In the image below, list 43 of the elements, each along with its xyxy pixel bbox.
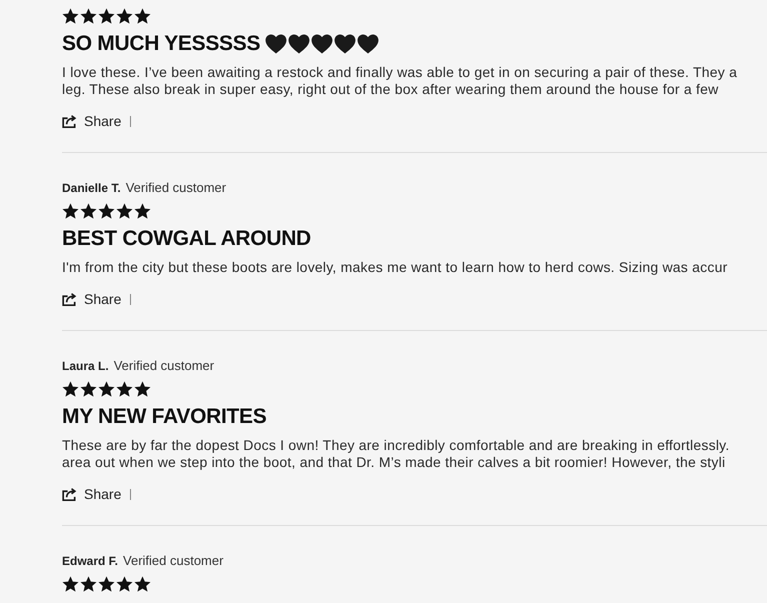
reviewer-name: Danielle T. [62, 180, 121, 196]
review-title: MY NEW FAVORITES [62, 405, 266, 429]
review-title: BEST COWGAL AROUND [62, 227, 311, 251]
share-icon [62, 488, 77, 500]
star-icon [116, 576, 133, 592]
star-icon [116, 203, 133, 219]
share-button[interactable]: Share [62, 291, 122, 307]
review-title: SO MUCH YESSSSS [62, 32, 260, 56]
share-icon [62, 292, 77, 306]
verified-label: Verified customer [114, 358, 214, 374]
star-icon [134, 203, 151, 219]
star-icon [98, 576, 115, 592]
heart-icon [265, 34, 288, 54]
reviewer-name: Laura L. [62, 358, 109, 374]
star-icon [62, 381, 79, 397]
star-icon [116, 381, 133, 397]
star-icon [134, 8, 151, 24]
reviewer-name: Edward F. [62, 553, 118, 569]
verified-label: Verified customer [123, 553, 224, 569]
heart-icon [334, 34, 356, 54]
star-icon [134, 576, 151, 592]
star-icon [98, 381, 115, 397]
star-icon [62, 8, 79, 24]
share-button[interactable]: Share [62, 113, 122, 129]
star-icon [62, 203, 79, 219]
star-icon [134, 381, 151, 397]
star-icon [98, 203, 115, 219]
star-icon [80, 576, 97, 592]
star-icon [98, 8, 115, 24]
heart-icon [357, 34, 380, 54]
star-icon [62, 576, 79, 592]
star-icon [80, 203, 97, 219]
review-text: I'm from the city but these boots are lovely, makes me want to learn how to herd cows. Sizing was accur [62, 259, 728, 276]
heart-icon [288, 34, 310, 54]
star-icon [80, 8, 97, 24]
share-button[interactable]: Share [62, 486, 122, 502]
star-icon [80, 381, 97, 397]
star-icon [116, 8, 133, 24]
review-text: These are by far the dopest Docs I own! They are incredibly comfortable and are breaking in effortlessly. area out when we step into the boot, and that Dr. M’s made their calves a bit roomier! However, the styli [62, 437, 730, 471]
share-icon [62, 114, 77, 128]
verified-label: Verified customer [126, 180, 226, 196]
heart-icon [311, 34, 334, 54]
review-text: I love these. I’ve been awaiting a restock and finally was able to get in on securing a pair of these. They a leg. These also break in super easy, right out of the box after wearing them around the house for a few [62, 64, 738, 98]
